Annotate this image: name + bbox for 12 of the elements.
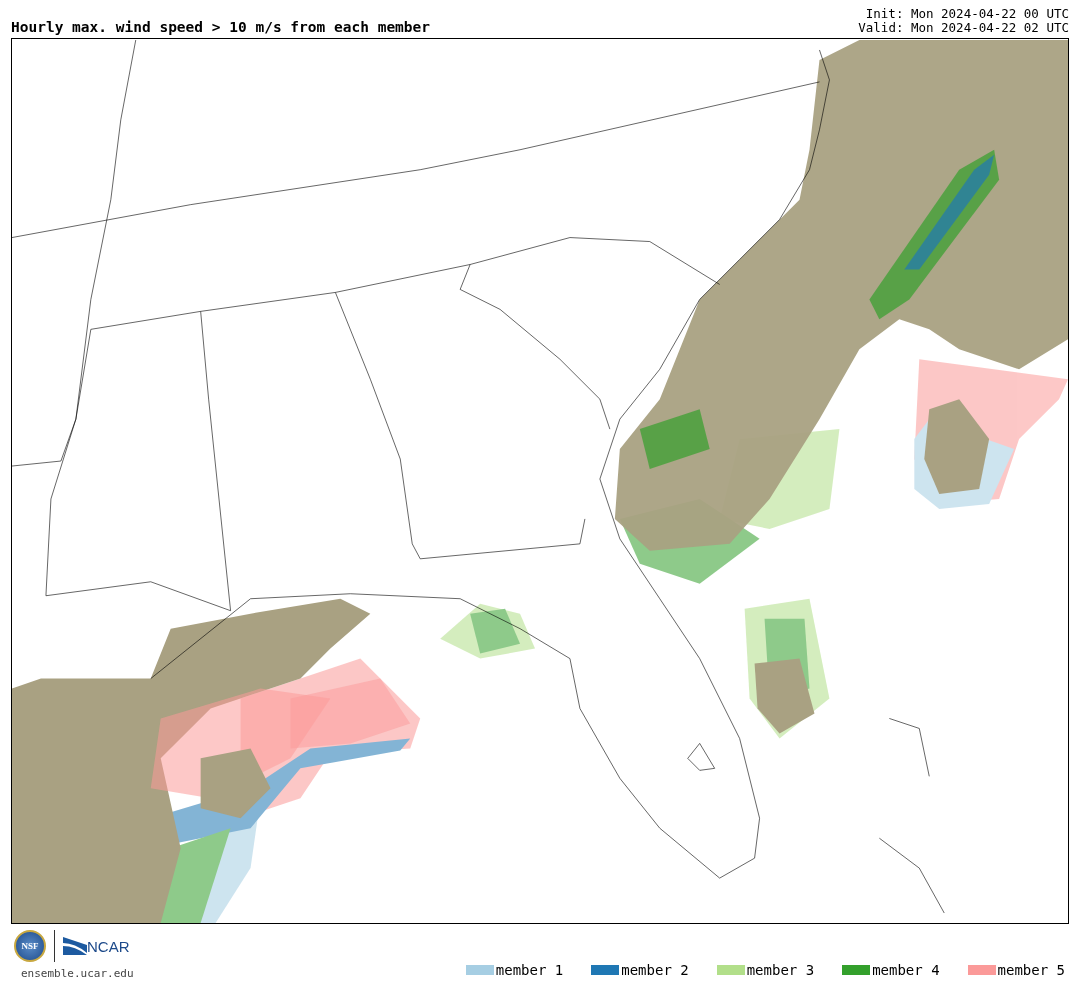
legend-label: member 2 xyxy=(621,962,689,978)
nsf-logo: NSF xyxy=(14,930,46,962)
legend-label: member 3 xyxy=(746,962,815,978)
wave-icon xyxy=(63,937,87,955)
plot-title: Hourly max. wind speed > 10 m/s from each member xyxy=(11,19,431,35)
legend-label: member 1 xyxy=(495,962,564,978)
ncar-logo: NCAR xyxy=(87,937,130,955)
legend-label: member 4 xyxy=(872,962,940,978)
legend-label: member 5 xyxy=(997,962,1065,978)
init-time: Init: Mon 2024-04-22 00 UTC xyxy=(865,7,1069,21)
website-label: ensemble.ucar.edu xyxy=(21,967,134,980)
valid-time: Valid: Mon 2024-04-22 02 UTC xyxy=(858,21,1069,35)
